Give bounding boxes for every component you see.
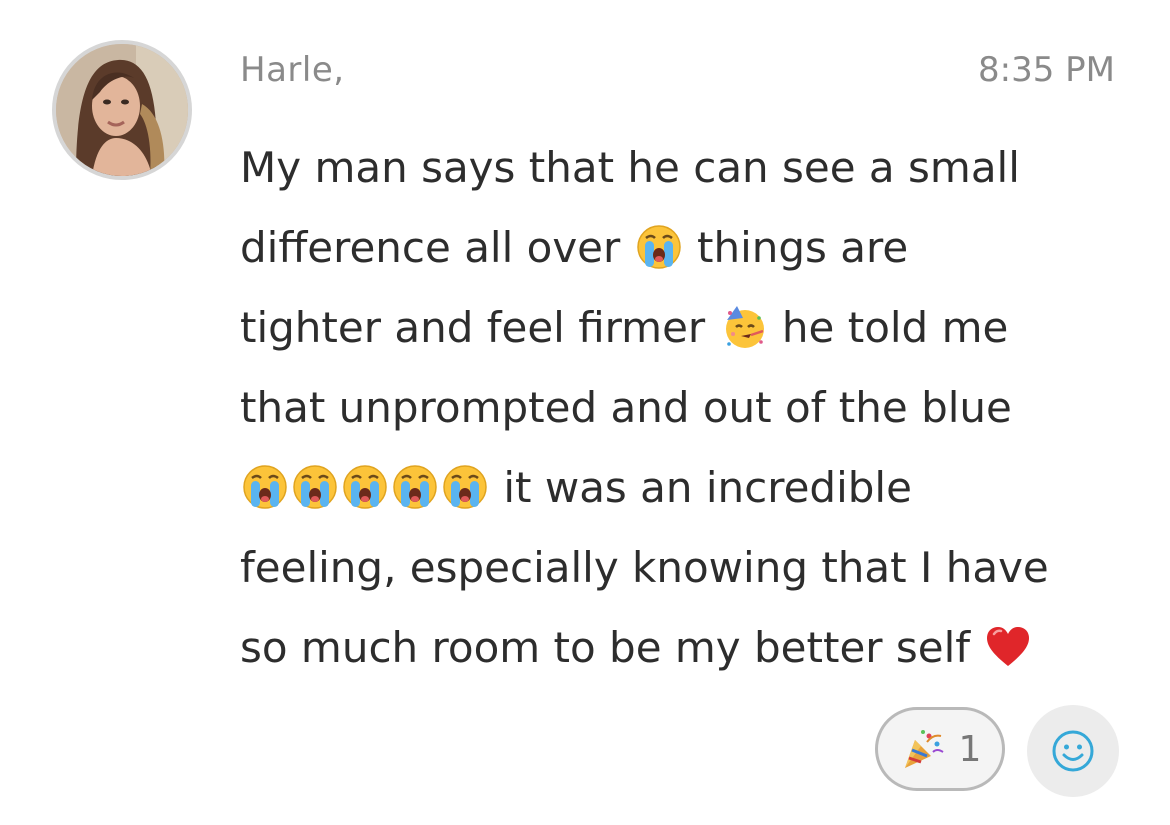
message-line: tighter and feel firmer he told me: [240, 288, 1120, 368]
message-text: tighter and feel firmer: [240, 303, 719, 352]
chat-message: Harle, 8:35 PM My man says that he can s…: [0, 0, 1170, 825]
message-line: My man says that he can see a small: [240, 128, 1120, 208]
crying-face-icon: [442, 464, 488, 510]
message-text: that unprompted and out of the blue: [240, 383, 1012, 432]
crying-face-icon: [636, 224, 682, 270]
message-text: feeling, especially knowing that I have: [240, 543, 1049, 592]
crying-face-icon: [342, 464, 388, 510]
sender-name[interactable]: Harle,: [240, 50, 345, 90]
message-timestamp: 8:35 PM: [978, 50, 1115, 90]
crying-face-icon: [242, 464, 288, 510]
message-text: difference all over: [240, 223, 634, 272]
party-popper-icon: [899, 726, 945, 772]
message-body: My man says that he can see a small diffe…: [240, 128, 1120, 688]
red-heart-icon: [985, 624, 1031, 670]
partying-face-icon: [721, 304, 767, 350]
message-line: so much room to be my better self: [240, 608, 1120, 688]
message-line: that unprompted and out of the blue: [240, 368, 1120, 448]
crying-face-icon: [392, 464, 438, 510]
message-text: he told me: [768, 303, 1009, 352]
message-line: difference all over things are: [240, 208, 1120, 288]
message-text: things are: [683, 223, 909, 272]
reaction-party-popper[interactable]: 1: [875, 707, 1005, 791]
reactions-bar: 1: [875, 705, 1125, 797]
message-text: My man says that he can see a small: [240, 143, 1020, 192]
reaction-count: 1: [958, 728, 982, 770]
crying-face-icon: [292, 464, 338, 510]
add-reaction-button[interactable]: [1027, 705, 1119, 797]
avatar[interactable]: [52, 40, 192, 180]
message-text: so much room to be my better self: [240, 623, 984, 672]
smiley-icon: [1052, 730, 1094, 772]
message-line: feeling, especially knowing that I have: [240, 528, 1120, 608]
message-text: it was an incredible: [490, 463, 912, 512]
message-line: it was an incredible: [240, 448, 1120, 528]
